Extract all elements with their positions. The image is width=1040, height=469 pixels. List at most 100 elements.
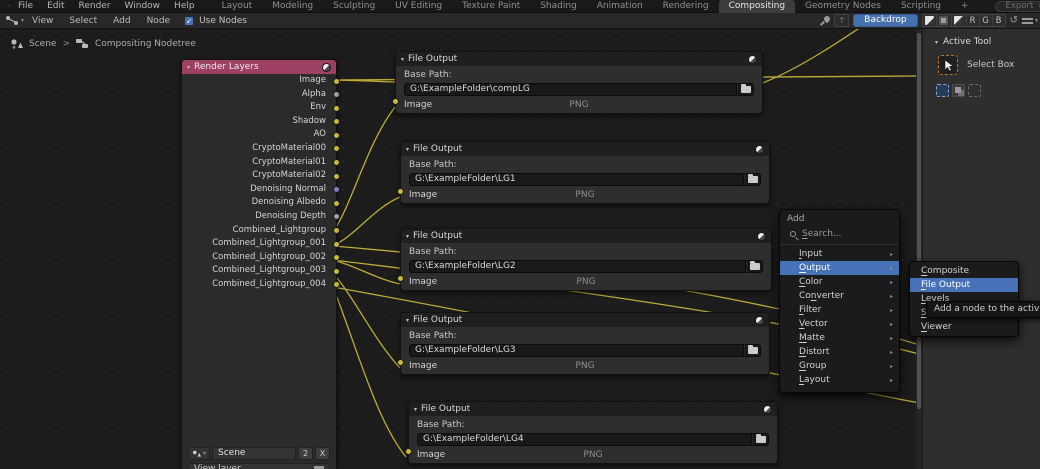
- menu-item-filter[interactable]: Filter ▸: [780, 303, 899, 317]
- collapse-chevron-icon[interactable]: ▾: [401, 56, 404, 63]
- tab-shading[interactable]: Shading: [530, 0, 587, 13]
- socket[interactable]: [333, 227, 340, 235]
- socket[interactable]: [333, 131, 340, 139]
- socket[interactable]: [333, 199, 340, 207]
- refresh-backdrop-icon[interactable]: ↺: [1010, 15, 1018, 26]
- menu-select[interactable]: Select: [61, 16, 105, 26]
- base-path-field[interactable]: G:\ExampleFolder\LG1: [409, 173, 744, 186]
- active-tool-panel-header[interactable]: ▾ Active Tool: [923, 29, 1040, 47]
- tab-scripting[interactable]: Scripting: [891, 0, 951, 13]
- menu-help[interactable]: Help: [167, 1, 202, 11]
- select-mode-extend-icon[interactable]: [952, 84, 965, 97]
- socket[interactable]: [333, 104, 340, 112]
- channel-color-icon[interactable]: [936, 14, 952, 27]
- render-result-icon[interactable]: [763, 404, 772, 414]
- menu-item-composite[interactable]: Composite: [910, 264, 1018, 278]
- tab-sculpting[interactable]: Sculpting: [323, 0, 385, 13]
- collapse-chevron-icon[interactable]: ▾: [414, 406, 417, 413]
- base-path-field[interactable]: G:\ExampleFolder\compLG: [404, 83, 737, 96]
- tab-rendering[interactable]: Rendering: [653, 0, 719, 13]
- collapse-chevron-icon[interactable]: ▾: [406, 317, 409, 324]
- tab-add-workspace[interactable]: +: [951, 0, 979, 13]
- collapse-chevron-icon[interactable]: ▾: [187, 64, 190, 71]
- render-layers-node[interactable]: ▾ Render Layers Image Alpha Env Shadow A…: [181, 59, 340, 469]
- browse-folder-button[interactable]: [744, 173, 761, 186]
- breadcrumb-scene[interactable]: Scene: [29, 39, 56, 49]
- editor-type-icon[interactable]: [5, 15, 20, 26]
- menu-item-converter[interactable]: Converter ▸: [780, 289, 899, 303]
- menu-add[interactable]: Add: [105, 16, 138, 26]
- node-header[interactable]: ▾ File Output: [401, 142, 769, 156]
- base-path-field[interactable]: G:\ExampleFolder\LG4: [417, 433, 752, 446]
- menu-item-group[interactable]: Group ▸: [780, 359, 899, 373]
- menu-item-layout[interactable]: Layout ▸: [780, 373, 899, 387]
- menu-item-viewer[interactable]: Viewer: [910, 320, 1018, 334]
- select-mode-set-icon[interactable]: [936, 84, 949, 97]
- socket[interactable]: [333, 240, 340, 248]
- scene-id-icon[interactable]: ▾: [188, 447, 211, 460]
- render-result-icon[interactable]: [748, 54, 757, 64]
- options-sliders-icon[interactable]: [1021, 16, 1033, 25]
- menu-item-vector[interactable]: Vector ▸: [780, 317, 899, 331]
- socket[interactable]: [333, 159, 340, 167]
- menu-item-input[interactable]: Input ▸: [780, 247, 899, 261]
- menu-item-distort[interactable]: Distort ▸: [780, 345, 899, 359]
- file-output-node-5[interactable]: ▾ File Output Base Path: G:\ExampleFolde…: [405, 401, 778, 464]
- use-nodes-checkbox[interactable]: ✓: [184, 15, 195, 26]
- menu-file[interactable]: File: [11, 1, 40, 11]
- image-input-socket[interactable]: [405, 448, 412, 455]
- select-box-tool-button[interactable]: [938, 55, 958, 75]
- render-result-icon[interactable]: [322, 62, 331, 72]
- menu-item-file-output[interactable]: File Output: [910, 278, 1018, 292]
- socket[interactable]: [333, 172, 340, 180]
- menu-node[interactable]: Node: [139, 16, 179, 26]
- base-path-field[interactable]: G:\ExampleFolder\LG2: [409, 260, 746, 273]
- channel-alpha-icon[interactable]: [951, 14, 967, 27]
- node-header[interactable]: ▾ File Output: [401, 313, 769, 327]
- tab-layout[interactable]: Layout: [212, 0, 263, 13]
- tab-compositing[interactable]: Compositing: [718, 0, 796, 13]
- collapse-chevron-icon[interactable]: ▾: [935, 39, 938, 46]
- file-output-node-4[interactable]: ▾ File Output Base Path: G:\ExampleFolde…: [397, 312, 770, 375]
- view-layer-selector[interactable]: View layer: [188, 463, 330, 469]
- tab-geometry-nodes[interactable]: Geometry Nodes: [795, 0, 891, 13]
- channel-g-button[interactable]: G: [979, 14, 993, 27]
- render-result-icon[interactable]: [757, 231, 766, 241]
- socket[interactable]: [333, 267, 340, 275]
- unlink-button[interactable]: X: [315, 447, 330, 460]
- browse-folder-button[interactable]: [737, 83, 754, 96]
- scene-name-field[interactable]: Scene: [212, 447, 296, 460]
- menu-item-output[interactable]: Output ▸: [780, 261, 899, 275]
- browse-folder-button[interactable]: [746, 260, 763, 273]
- backdrop-toggle-button[interactable]: Backdrop: [853, 14, 918, 27]
- render-result-icon[interactable]: [755, 144, 764, 154]
- channel-b-button[interactable]: B: [992, 14, 1006, 27]
- node-header[interactable]: ▾ File Output: [396, 52, 762, 66]
- channel-r-button[interactable]: R: [966, 14, 980, 27]
- go-to-parent-icon[interactable]: ↑: [834, 14, 850, 27]
- tab-animation[interactable]: Animation: [587, 0, 653, 13]
- node-header[interactable]: ▾ File Output: [401, 229, 771, 243]
- pin-icon[interactable]: [820, 16, 830, 26]
- menu-item-color[interactable]: Color ▸: [780, 275, 899, 289]
- export-button[interactable]: Export: [1006, 1, 1034, 11]
- collapse-chevron-icon[interactable]: ▾: [406, 146, 409, 153]
- users-count-button[interactable]: 2: [298, 447, 313, 460]
- image-input-socket[interactable]: [397, 275, 404, 282]
- browse-folder-button[interactable]: [752, 433, 769, 446]
- socket[interactable]: [333, 77, 340, 85]
- select-mode-subtract-icon[interactable]: [968, 84, 981, 97]
- file-output-node-1[interactable]: ▾ File Output Base Path: G:\ExampleFolde…: [392, 51, 763, 114]
- image-input-socket[interactable]: [392, 98, 399, 105]
- browse-folder-button[interactable]: [744, 344, 761, 357]
- image-input-socket[interactable]: [397, 359, 404, 366]
- tab-uv-editing[interactable]: UV Editing: [385, 0, 452, 13]
- tab-modeling[interactable]: Modeling: [262, 0, 323, 13]
- file-output-node-3[interactable]: ▾ File Output Base Path: G:\ExampleFolde…: [397, 228, 772, 291]
- menu-edit[interactable]: Edit: [40, 1, 71, 11]
- scrollbar-thumb[interactable]: [917, 33, 921, 409]
- collapse-chevron-icon[interactable]: ▾: [406, 233, 409, 240]
- menu-item-matte[interactable]: Matte ▸: [780, 331, 899, 345]
- render-result-icon[interactable]: [755, 315, 764, 325]
- base-path-field[interactable]: G:\ExampleFolder\LG3: [409, 344, 744, 357]
